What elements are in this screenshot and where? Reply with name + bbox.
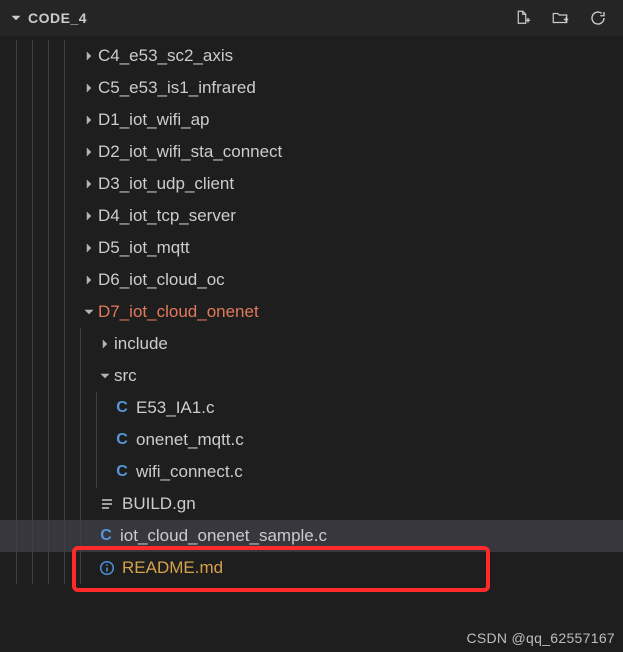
tree-folder[interactable]: C4_e53_sc2_axis — [0, 40, 623, 72]
file-label: wifi_connect.c — [136, 462, 243, 482]
file-label: BUILD.gn — [122, 494, 196, 514]
watermark: CSDN @qq_62557167 — [466, 630, 615, 646]
chevron-right-icon — [96, 338, 114, 350]
refresh-icon[interactable] — [587, 7, 609, 29]
new-folder-icon[interactable] — [549, 7, 571, 29]
tree-file[interactable]: C E53_IA1.c — [0, 392, 623, 424]
project-title: CODE_4 — [28, 10, 511, 26]
file-label: E53_IA1.c — [136, 398, 214, 418]
c-file-icon: C — [112, 399, 132, 417]
file-label: README.md — [122, 558, 223, 578]
tree-folder[interactable]: D3_iot_udp_client — [0, 168, 623, 200]
folder-label: D4_iot_tcp_server — [98, 206, 236, 226]
c-file-icon: C — [112, 431, 132, 449]
header-actions — [511, 7, 617, 29]
tree-folder-open[interactable]: src — [0, 360, 623, 392]
file-label: iot_cloud_onenet_sample.c — [120, 526, 327, 546]
tree-file[interactable]: C wifi_connect.c — [0, 456, 623, 488]
tree-file-selected[interactable]: C iot_cloud_onenet_sample.c — [0, 520, 623, 552]
tree-folder[interactable]: D1_iot_wifi_ap — [0, 104, 623, 136]
tree-file[interactable]: README.md — [0, 552, 623, 584]
folder-label: include — [114, 334, 168, 354]
folder-label: D1_iot_wifi_ap — [98, 110, 210, 130]
file-tree: C4_e53_sc2_axis C5_e53_is1_infrared D1_i… — [0, 36, 623, 584]
c-file-icon: C — [96, 527, 116, 545]
chevron-down-icon — [96, 370, 114, 382]
text-file-icon — [96, 496, 118, 512]
tree-folder[interactable]: include — [0, 328, 623, 360]
chevron-right-icon — [80, 146, 98, 158]
chevron-right-icon — [80, 114, 98, 126]
folder-label: src — [114, 366, 137, 386]
folder-label: D2_iot_wifi_sta_connect — [98, 142, 282, 162]
folder-label: D7_iot_cloud_onenet — [98, 302, 259, 322]
tree-folder[interactable]: C5_e53_is1_infrared — [0, 72, 623, 104]
chevron-right-icon — [80, 82, 98, 94]
tree-folder-open[interactable]: D7_iot_cloud_onenet — [0, 296, 623, 328]
tree-folder[interactable]: D2_iot_wifi_sta_connect — [0, 136, 623, 168]
chevron-right-icon — [80, 242, 98, 254]
folder-label: D6_iot_cloud_oc — [98, 270, 225, 290]
tree-file[interactable]: BUILD.gn — [0, 488, 623, 520]
info-icon — [96, 560, 118, 576]
tree-folder[interactable]: D5_iot_mqtt — [0, 232, 623, 264]
tree-folder[interactable]: D6_iot_cloud_oc — [0, 264, 623, 296]
file-label: onenet_mqtt.c — [136, 430, 244, 450]
tree-folder[interactable]: D4_iot_tcp_server — [0, 200, 623, 232]
c-file-icon: C — [112, 463, 132, 481]
chevron-right-icon — [80, 210, 98, 222]
chevron-down-icon — [80, 306, 98, 318]
chevron-right-icon — [80, 274, 98, 286]
tree-file[interactable]: C onenet_mqtt.c — [0, 424, 623, 456]
chevron-down-icon[interactable] — [10, 12, 24, 24]
folder-label: D3_iot_udp_client — [98, 174, 234, 194]
chevron-right-icon — [80, 50, 98, 62]
chevron-right-icon — [80, 178, 98, 190]
new-file-icon[interactable] — [511, 7, 533, 29]
folder-label: C4_e53_sc2_axis — [98, 46, 233, 66]
folder-label: C5_e53_is1_infrared — [98, 78, 256, 98]
explorer-header: CODE_4 — [0, 0, 623, 36]
folder-label: D5_iot_mqtt — [98, 238, 190, 258]
